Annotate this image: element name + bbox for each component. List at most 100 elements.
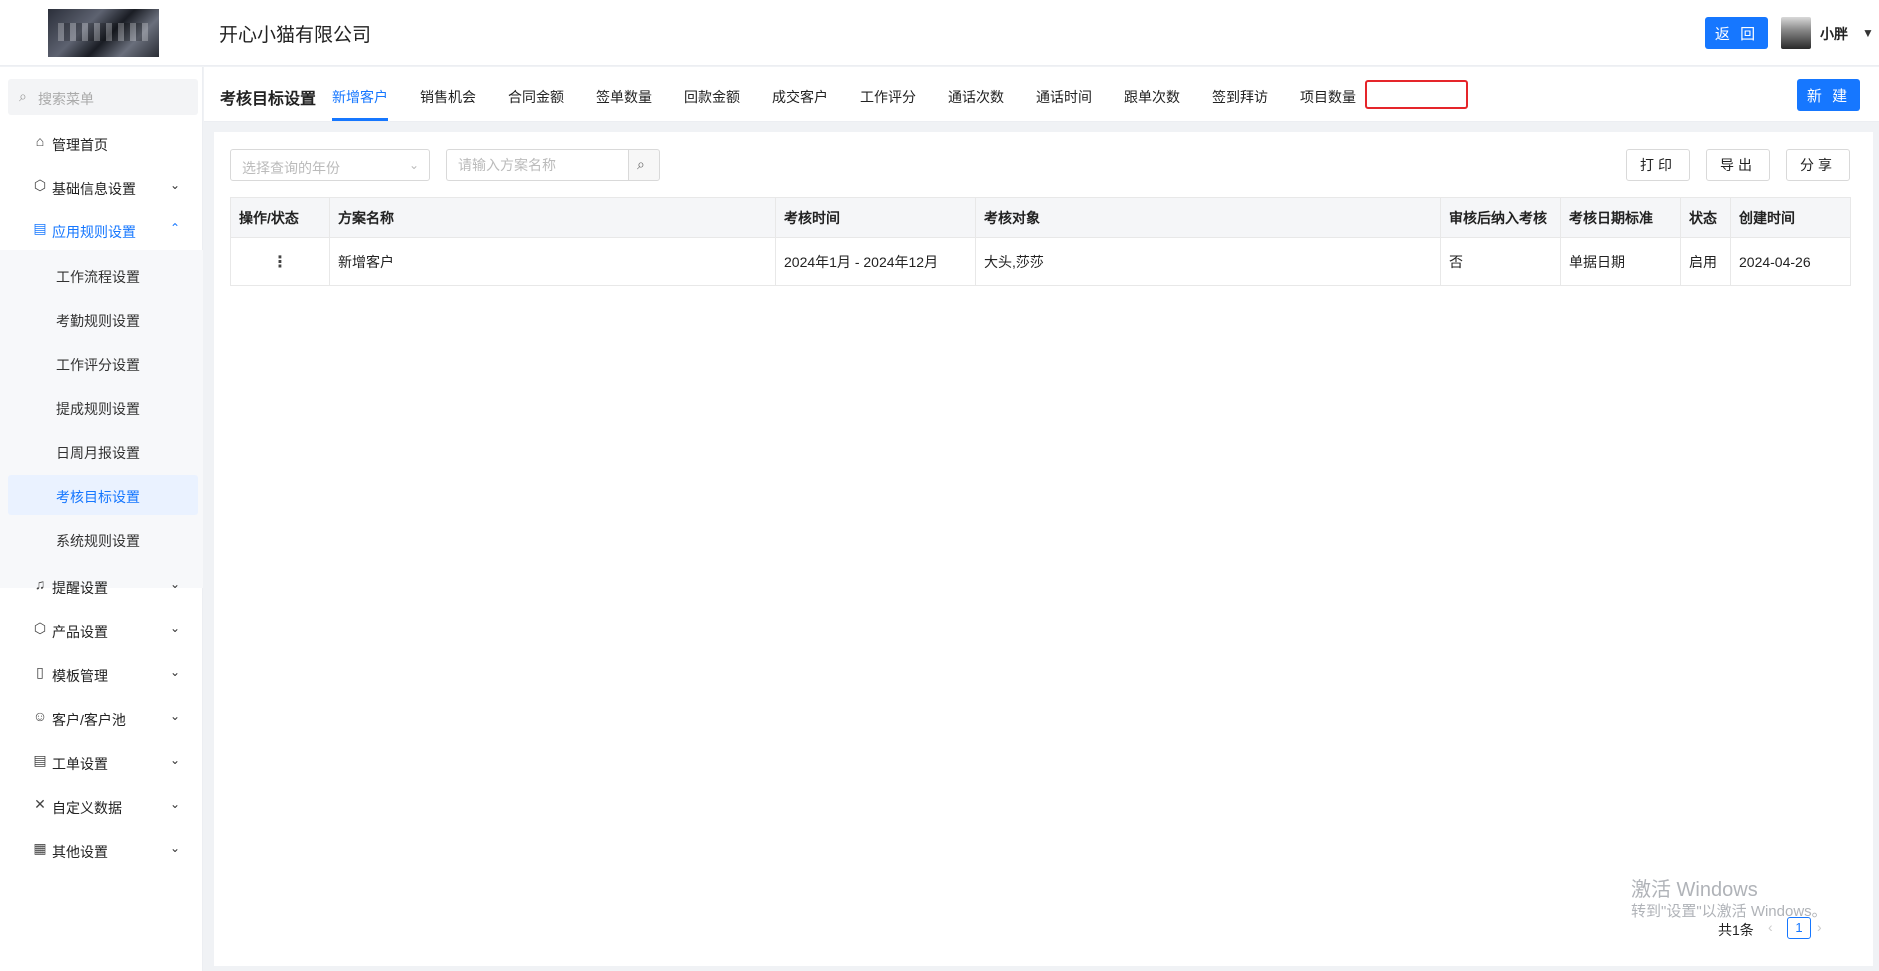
table-header-row: 操作/状态 方案名称 考核时间 考核对象 审核后纳入考核 考核日期标准 状态 创…	[230, 197, 1851, 238]
sidebar-subitem-label: 提成规则设置	[56, 401, 140, 417]
template-icon: ▯	[36, 664, 44, 680]
plan-name-search-input[interactable]	[446, 149, 629, 181]
grid-icon: ▦	[33, 840, 47, 856]
new-button[interactable]: 新 建	[1797, 79, 1860, 111]
sidebar-item-app-rules[interactable]: ▤ 应用规则设置 ⌃	[0, 210, 203, 250]
column-header: 状态	[1680, 197, 1731, 238]
sidebar: ⌕ 搜索菜单 ⌂ 管理首页 ⬡ 基础信息设置 ⌄ ▤ 应用规则设置 ⌃ 工作流程…	[0, 67, 203, 971]
menu-search-placeholder: 搜索菜单	[38, 91, 94, 107]
chevron-down-icon: ⌄	[170, 709, 181, 723]
sidebar-item-templates[interactable]: ▯ 模板管理 ⌄	[0, 654, 203, 694]
chevron-down-icon: ⌄	[170, 753, 181, 767]
sidebar-item-home[interactable]: ⌂ 管理首页	[0, 123, 203, 163]
year-select[interactable]: 选择查询的年份 ⌄	[230, 149, 430, 181]
sidebar-item-custom-data[interactable]: ✕ 自定义数据 ⌄	[0, 786, 203, 826]
created-date-cell: 2024-04-26	[1730, 237, 1851, 286]
back-button[interactable]: 返 回	[1705, 17, 1768, 49]
chevron-down-icon: ⌄	[170, 665, 181, 679]
app-root: 开心小猫有限公司 返 回 小胖 ▼ ⌕ 搜索菜单 ⌂ 管理首页 ⬡ 基础信息设置…	[0, 0, 1879, 971]
column-header: 考核日期标准	[1560, 197, 1681, 238]
print-button[interactable]: 打印	[1626, 149, 1690, 181]
sidebar-item-label: 应用规则设置	[52, 224, 136, 240]
sidebar-item-label: 其他设置	[52, 844, 108, 860]
sidebar-item-other[interactable]: ▦ 其他设置 ⌄	[0, 830, 203, 870]
chevron-down-icon: ⌄	[170, 841, 181, 855]
chevron-left-icon[interactable]: ‹	[1768, 919, 1773, 935]
home-icon: ⌂	[35, 133, 45, 149]
menu-search-input[interactable]: ⌕ 搜索菜单	[8, 79, 198, 115]
chevron-down-icon: ⌄	[170, 577, 181, 591]
activation-watermark-title: 激活 Windows	[1631, 879, 1758, 901]
sidebar-subitem-workflow[interactable]: 工作流程设置	[8, 255, 198, 295]
main-content: 选择查询的年份 ⌄ ⌕ 打印 导出 分享 操作/状态	[214, 132, 1873, 966]
avatar[interactable]	[1781, 17, 1811, 49]
sidebar-subitem-assessment-target[interactable]: 考核目标设置	[8, 475, 198, 515]
sidebar-subitem-label: 工作流程设置	[56, 269, 140, 285]
sidebar-item-reminders[interactable]: ♫ 提醒设置 ⌄	[0, 566, 203, 606]
assessment-table: 操作/状态 方案名称 考核时间 考核对象 审核后纳入考核 考核日期标准 状态 创…	[230, 197, 1851, 286]
tab-deal-customers[interactable]: 成交客户	[772, 87, 828, 107]
sidebar-item-products[interactable]: ⬡ 产品设置 ⌄	[0, 610, 203, 650]
active-tab-indicator	[332, 118, 388, 121]
chevron-down-icon: ⌄	[170, 178, 181, 192]
username[interactable]: 小胖	[1820, 24, 1848, 44]
tab-check-in-visits[interactable]: 签到拜访	[1212, 87, 1268, 107]
target-cell: 大头,莎莎	[975, 237, 1441, 286]
top-header: 开心小猫有限公司 返 回 小胖 ▼	[0, 0, 1879, 66]
column-header: 考核时间	[775, 197, 976, 238]
tab-project-count[interactable]: 项目数量	[1300, 87, 1356, 107]
pagination-page-current[interactable]: 1	[1787, 917, 1811, 939]
sidebar-subitem-system-rules[interactable]: 系统规则设置	[8, 519, 198, 559]
sidebar-subitem-work-score[interactable]: 工作评分设置	[8, 343, 198, 383]
tab-new-customers[interactable]: 新增客户	[332, 87, 388, 107]
chevron-down-icon: ⌄	[170, 621, 181, 635]
sidebar-subitem-label: 考勤规则设置	[56, 313, 140, 329]
sidebar-item-label: 客户/客户池	[52, 712, 126, 728]
status-cell: 启用	[1680, 237, 1731, 286]
tab-call-duration[interactable]: 通话时间	[1036, 87, 1092, 107]
sidebar-subitem-reports[interactable]: 日周月报设置	[8, 431, 198, 471]
tools-icon: ✕	[34, 796, 46, 812]
sidebar-item-tickets[interactable]: ▤ 工单设置 ⌄	[0, 742, 203, 782]
sidebar-subitem-label: 系统规则设置	[56, 533, 140, 549]
column-header: 审核后纳入考核	[1440, 197, 1561, 238]
sidebar-item-basic-info[interactable]: ⬡ 基础信息设置 ⌄	[0, 167, 203, 207]
tab-work-score[interactable]: 工作评分	[860, 87, 916, 107]
chevron-down-icon[interactable]: ▼	[1862, 26, 1874, 40]
sidebar-item-label: 提醒设置	[52, 580, 108, 596]
sidebar-item-label: 产品设置	[52, 624, 108, 640]
export-button[interactable]: 导出	[1706, 149, 1770, 181]
sidebar-item-label: 模板管理	[52, 668, 108, 684]
sidebar-subitem-label: 工作评分设置	[56, 357, 140, 373]
plan-name-cell: 新增客户	[329, 237, 776, 286]
tab-signed-orders[interactable]: 签单数量	[596, 87, 652, 107]
search-icon: ⌕	[19, 88, 27, 104]
sidebar-subitem-attendance[interactable]: 考勤规则设置	[8, 299, 198, 339]
search-button[interactable]: ⌕	[628, 149, 660, 181]
sidebar-item-label: 管理首页	[52, 137, 108, 153]
tab-follow-up-count[interactable]: 跟单次数	[1124, 87, 1180, 107]
tab-contract-amount[interactable]: 合同金额	[508, 87, 564, 107]
chevron-up-icon: ⌃	[170, 221, 181, 235]
page-title: 考核目标设置	[220, 91, 317, 108]
more-actions-icon[interactable]: ⋮	[230, 237, 330, 286]
sidebar-item-label: 自定义数据	[52, 800, 122, 816]
company-name: 开心小猫有限公司	[219, 25, 372, 46]
sidebar-subitem-commission[interactable]: 提成规则设置	[8, 387, 198, 427]
cube-icon: ⬡	[33, 177, 47, 193]
tab-sales-opportunities[interactable]: 销售机会	[420, 87, 476, 107]
period-cell: 2024年1月 - 2024年12月	[775, 237, 976, 286]
chevron-down-icon: ⌄	[408, 158, 419, 172]
sidebar-item-label: 基础信息设置	[52, 181, 136, 197]
table-row[interactable]: ⋮ 新增客户 2024年1月 - 2024年12月 大头,莎莎 否 单据日期 启…	[230, 237, 1851, 286]
column-header: 考核对象	[975, 197, 1441, 238]
highlighted-empty-tab[interactable]	[1365, 80, 1468, 109]
share-button[interactable]: 分享	[1786, 149, 1850, 181]
tab-call-count[interactable]: 通话次数	[948, 87, 1004, 107]
bell-icon: ♫	[34, 576, 46, 592]
tab-payment-amount[interactable]: 回款金额	[684, 87, 740, 107]
chevron-right-icon[interactable]: ›	[1817, 919, 1822, 935]
sidebar-item-customers[interactable]: ☺ 客户/客户池 ⌄	[0, 698, 203, 738]
ticket-icon: ▤	[33, 752, 47, 768]
column-header: 操作/状态	[230, 197, 330, 238]
